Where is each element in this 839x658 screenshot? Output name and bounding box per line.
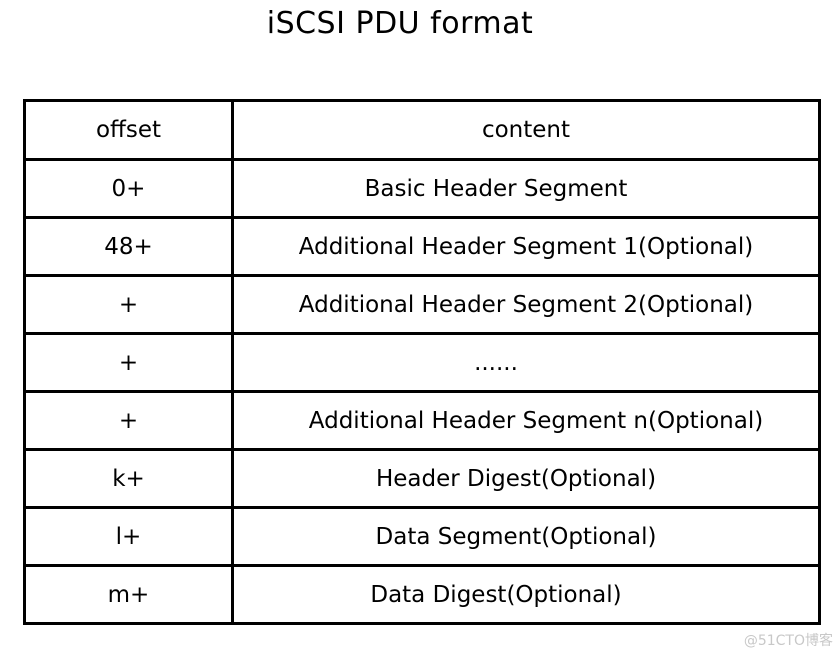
content-text: Additional Header Segment n(Optional) [308,407,764,434]
table-row: 48+ Additional Header Segment 1(Optional… [23,216,821,277]
offset-cell: m+ [23,564,234,625]
pdu-format-table: offset content 0+ Basic Header Segment 4… [23,99,821,625]
content-cell: Additional Header Segment 2(Optional) [231,274,821,335]
content-cell: Basic Header Segment [231,158,821,219]
table-header-row: offset content [23,99,821,161]
content-cell: Header Digest(Optional) [231,448,821,509]
offset-cell: l+ [23,506,234,567]
table-row: m+ Data Digest(Optional) [23,564,821,625]
offset-cell: 0+ [23,158,234,219]
content-cell: Data Digest(Optional) [231,564,821,625]
content-cell: Additional Header Segment n(Optional) [231,390,821,451]
content-text: Header Digest(Optional) [375,465,657,492]
content-cell: Data Segment(Optional) [231,506,821,567]
offset-cell: k+ [23,448,234,509]
diagram-title: iSCSI PDU format [266,6,534,41]
content-cell: Additional Header Segment 1(Optional) [231,216,821,277]
header-offset: offset [23,99,234,161]
content-text: Data Segment(Optional) [375,523,657,550]
table-row: k+ Header Digest(Optional) [23,448,821,509]
content-text: ...... [474,349,518,376]
header-content: content [231,99,821,161]
content-text: Basic Header Segment [364,175,628,202]
table-row: + Additional Header Segment n(Optional) [23,390,821,451]
watermark: @51CTO博客 [743,633,833,649]
table-row: l+ Data Segment(Optional) [23,506,821,567]
table-row: + ...... [23,332,821,393]
content-cell: ...... [231,332,821,393]
offset-cell: + [23,274,234,335]
content-text: Data Digest(Optional) [370,581,622,608]
offset-cell: 48+ [23,216,234,277]
offset-cell: + [23,390,234,451]
table-row: + Additional Header Segment 2(Optional) [23,274,821,335]
offset-cell: + [23,332,234,393]
table-row: 0+ Basic Header Segment [23,158,821,219]
